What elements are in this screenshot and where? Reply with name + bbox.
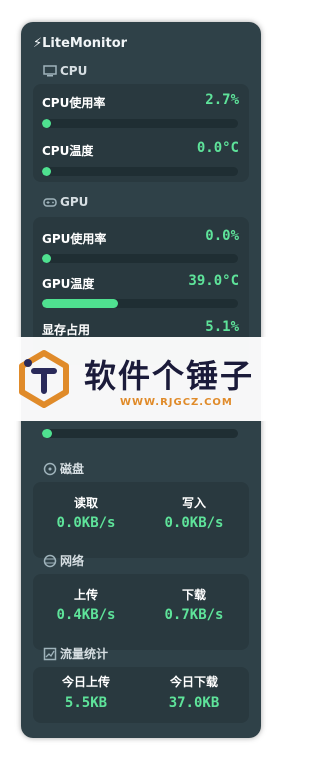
watermark-logo-icon: [19, 350, 69, 408]
cpu-usage-bar-fill: [42, 119, 51, 128]
cpu-section-title: CPU: [43, 64, 87, 78]
gpu-temp-label: GPU温度: [42, 277, 95, 291]
disk-section-title: 磁盘: [43, 460, 84, 477]
gamepad-icon: [43, 198, 57, 207]
disk-read-label: 读取: [73, 496, 98, 510]
watermark-banner: 软件个锤子 WWW.RJGCZ.COM: [0, 337, 282, 421]
cpu-usage-bar: [42, 119, 238, 128]
network-download-value: 0.7KB/s: [164, 607, 224, 623]
disk-icon: [43, 462, 57, 475]
gpu-temp-value: 39.0°C: [188, 273, 239, 289]
traffic-card: 今日上传 5.5KB 今日下载 37.0KB: [33, 667, 249, 723]
gpu-usage-value: 0.0%: [205, 228, 239, 244]
vram-usage-value: 5.1%: [205, 319, 239, 335]
cpu-temp-bar-fill: [42, 167, 51, 176]
disk-write-value: 0.0KB/s: [164, 515, 224, 531]
today-download-label: 今日下载: [169, 675, 218, 689]
monitor-icon: [43, 65, 57, 77]
network-upload-label: 上传: [73, 588, 98, 602]
cpu-temp-bar: [42, 167, 238, 176]
lightning-icon: ⚡: [33, 36, 43, 51]
gpu-temp-bar-fill: [42, 299, 119, 308]
cpu-usage-label: CPU使用率: [42, 96, 106, 110]
network-card: 上传 0.4KB/s 下载 0.7KB/s: [33, 574, 249, 650]
cpu-usage-value: 2.7%: [205, 92, 239, 108]
network-section-title: 网络: [43, 552, 84, 569]
today-download-value: 37.0KB: [168, 695, 220, 711]
app-title: ⚡LiteMonitor: [33, 36, 128, 51]
network-upload-value: 0.4KB/s: [56, 607, 116, 623]
globe-icon: [43, 554, 57, 567]
gpu-section-title: GPU: [43, 195, 88, 209]
gpu-usage-bar-fill: [42, 254, 51, 263]
today-upload-value: 5.5KB: [64, 695, 108, 711]
watermark-text: 软件个锤子: [84, 357, 255, 395]
cpu-card: CPU使用率 2.7% CPU温度 0.0°C: [33, 84, 249, 182]
gpu-usage-label: GPU使用率: [42, 232, 107, 246]
cpu-temp-value: 0.0°C: [196, 140, 239, 156]
disk-read-value: 0.0KB/s: [56, 515, 116, 531]
network-download-label: 下载: [181, 588, 206, 602]
cpu-temp-label: CPU温度: [42, 144, 94, 158]
disk-write-label: 写入: [181, 496, 206, 510]
gpu-usage-bar: [42, 254, 238, 263]
gpu-temp-bar: [42, 299, 238, 308]
vram-usage-bar: [42, 429, 238, 438]
disk-card: 读取 0.0KB/s 写入 0.0KB/s: [33, 482, 249, 558]
today-upload-label: 今日上传: [61, 675, 110, 689]
vram-usage-bar-fill: [42, 429, 52, 438]
traffic-section-title: 流量统计: [43, 645, 108, 662]
chart-icon: [43, 647, 57, 660]
vram-usage-label: 显存占用: [42, 323, 91, 337]
watermark-url: WWW.RJGCZ.COM: [120, 397, 233, 408]
